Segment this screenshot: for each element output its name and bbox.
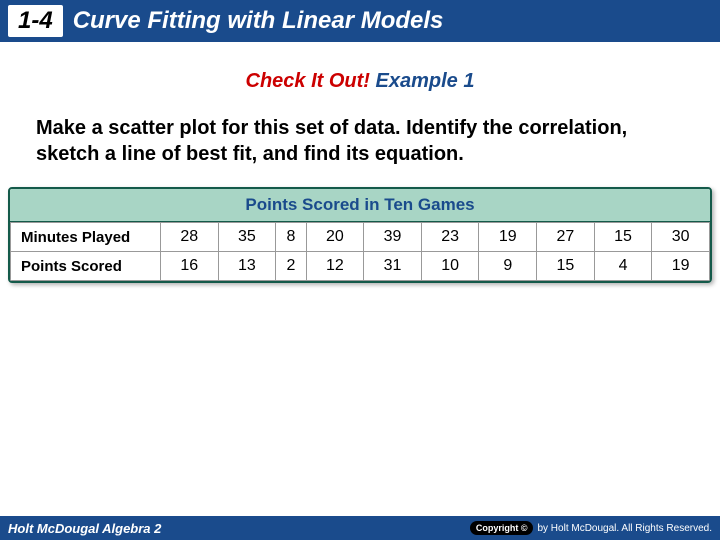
cell: 4 [594,252,652,281]
cell: 10 [421,252,479,281]
lesson-header: 1-4 Curve Fitting with Linear Models [0,0,720,42]
table-title: Points Scored in Ten Games [10,189,710,222]
footer-textbook-label: Holt McDougal Algebra 2 [8,521,161,536]
cell: 28 [161,223,219,252]
footer-copyright: Copyright © by Holt McDougal. All Rights… [470,521,712,535]
cell: 19 [652,252,710,281]
example-heading: Check It Out! Example 1 [0,70,720,93]
cell: 13 [218,252,276,281]
cell: 19 [479,223,537,252]
row-label: Points Scored [11,252,161,281]
cell: 31 [364,252,422,281]
cell: 16 [161,252,219,281]
cell: 12 [306,252,364,281]
table-row: Points Scored 16 13 2 12 31 10 9 15 4 19 [11,252,710,281]
cell: 15 [537,252,595,281]
data-table: Minutes Played 28 35 8 20 39 23 19 27 15… [10,222,710,281]
cell: 15 [594,223,652,252]
cell: 39 [364,223,422,252]
cell: 23 [421,223,479,252]
copyright-text: by Holt McDougal. All Rights Reserved. [537,523,712,534]
cell: 2 [276,252,306,281]
lesson-title: Curve Fitting with Linear Models [73,7,444,35]
instructions-text: Make a scatter plot for this set of data… [36,115,684,167]
cell: 20 [306,223,364,252]
cell: 27 [537,223,595,252]
section-number: 1-4 [8,5,63,37]
example-number-label: Example 1 [376,70,475,92]
cell: 30 [652,223,710,252]
cell: 9 [479,252,537,281]
cell: 8 [276,223,306,252]
check-it-out-label: Check It Out! [246,70,370,92]
footer-bar: Holt McDougal Algebra 2 Copyright © by H… [0,516,720,540]
row-label: Minutes Played [11,223,161,252]
table-row: Minutes Played 28 35 8 20 39 23 19 27 15… [11,223,710,252]
cell: 35 [218,223,276,252]
copyright-badge: Copyright © [470,521,534,535]
data-table-container: Points Scored in Ten Games Minutes Playe… [8,187,712,283]
